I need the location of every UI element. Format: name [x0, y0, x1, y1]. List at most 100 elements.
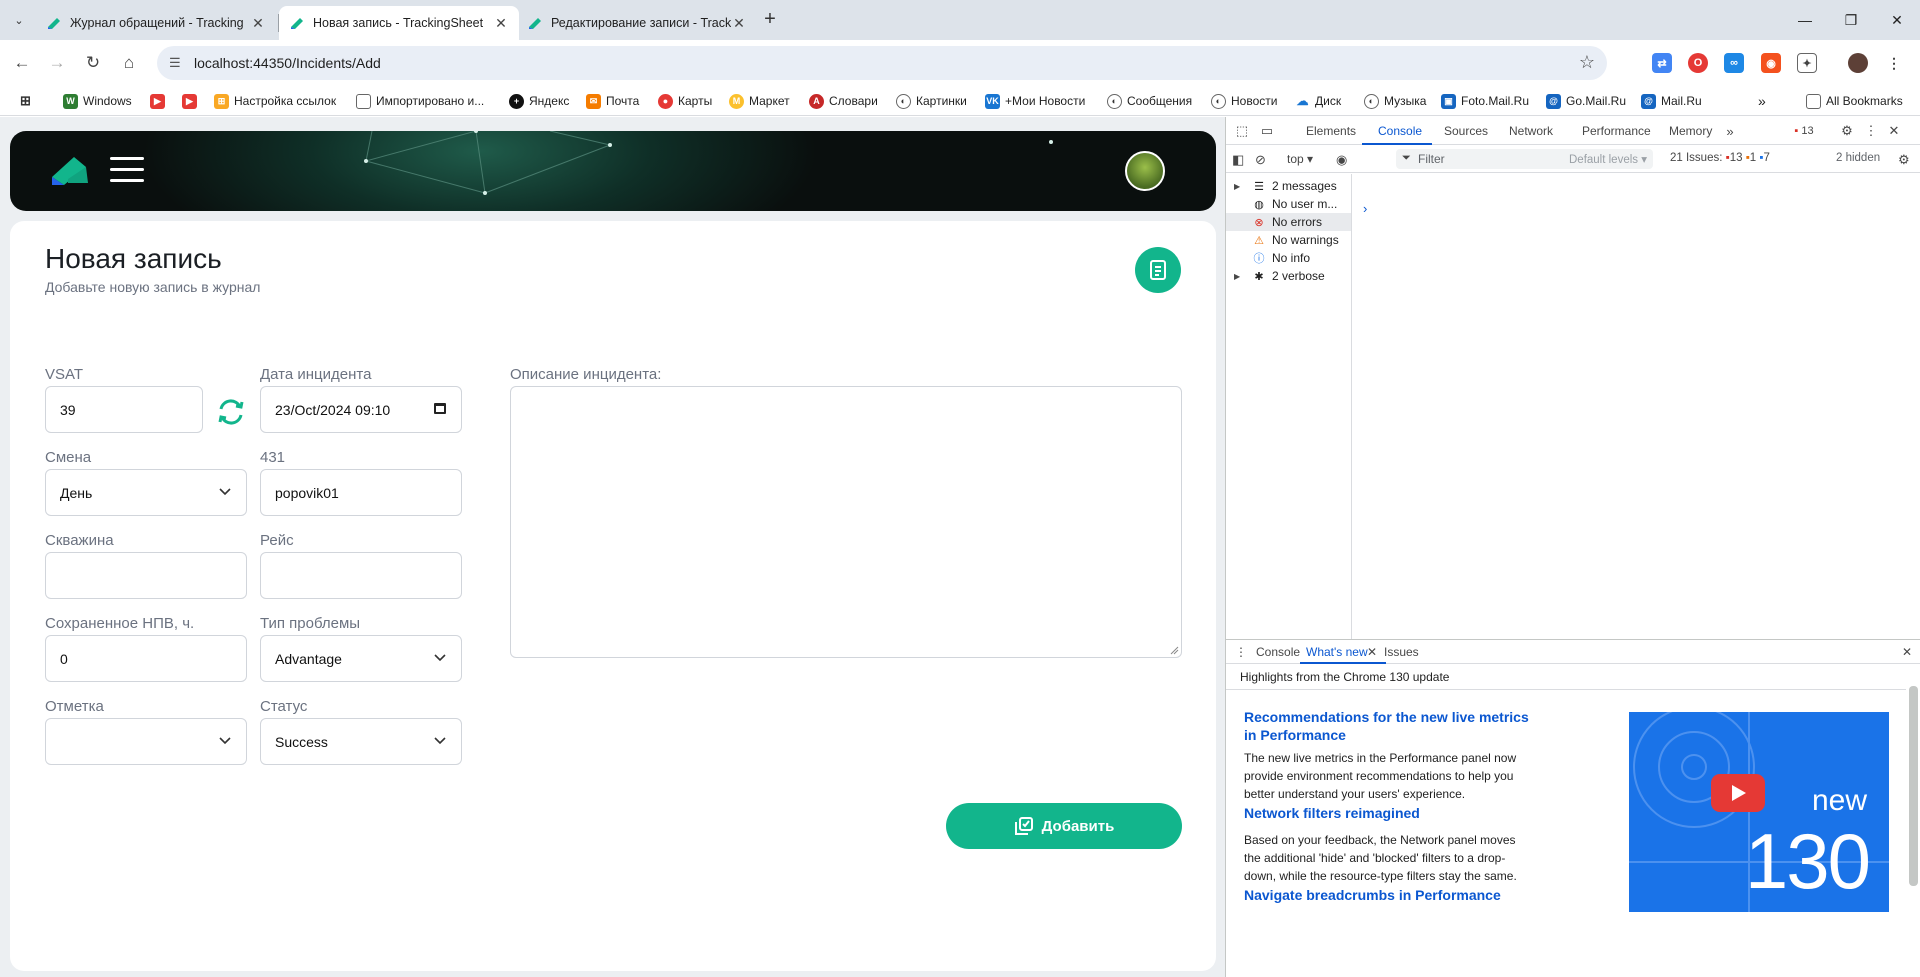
journal-button[interactable]	[1135, 247, 1181, 293]
drawer-scrollbar-thumb[interactable]	[1909, 686, 1918, 886]
vpn-extension-icon[interactable]: ∞	[1724, 53, 1744, 73]
calendar-icon[interactable]	[433, 401, 447, 415]
device-toolbar-icon[interactable]: ▭	[1259, 123, 1275, 139]
console-prompt-icon[interactable]: ›	[1363, 201, 1367, 216]
browser-menu-icon[interactable]: ⋮	[1884, 53, 1904, 73]
site-info-icon[interactable]: ☰	[169, 55, 181, 71]
vsat-input[interactable]: 39	[45, 386, 203, 433]
tab-performance[interactable]: Performance	[1582, 124, 1651, 138]
browser-tab[interactable]: Журнал обращений - Tracking ✕	[36, 6, 276, 40]
bookmark-windows[interactable]: W Windows	[63, 92, 132, 110]
bookmark-market[interactable]: M Маркет	[729, 92, 790, 110]
description-textarea[interactable]	[510, 386, 1182, 658]
close-drawer-icon[interactable]: ✕	[1902, 645, 1912, 659]
clear-console-icon[interactable]: ⊘	[1255, 152, 1266, 168]
close-tab-icon[interactable]: ✕	[250, 15, 266, 32]
sidebar-errors[interactable]: ⊗ No errors	[1226, 213, 1351, 231]
bookmark-moi-novosti[interactable]: VK +Мои Новости	[985, 92, 1085, 110]
minimize-window-icon[interactable]: —	[1782, 0, 1828, 40]
tab-network[interactable]: Network	[1509, 124, 1553, 138]
profile-avatar-icon[interactable]	[1848, 53, 1868, 73]
close-tab-icon[interactable]: ✕	[493, 15, 509, 32]
incident-date-input[interactable]: 23/Oct/2024 09:10	[260, 386, 462, 433]
bookmark-slovari[interactable]: A Словари	[809, 92, 878, 110]
issues-summary[interactable]: 21 Issues: ▪13 ▪1 ▪7	[1670, 152, 1770, 164]
well-input[interactable]	[45, 552, 247, 599]
tab-search-chevron-icon[interactable]: ⌄	[8, 9, 30, 31]
more-tabs-icon[interactable]: »	[1722, 123, 1738, 139]
whats-new-title-link[interactable]: Network filters reimagined	[1244, 804, 1544, 822]
close-whats-new-icon[interactable]: ✕	[1367, 645, 1377, 659]
record-extension-icon[interactable]: ◉	[1761, 53, 1781, 73]
refresh-icon[interactable]	[215, 396, 247, 428]
problem-type-select[interactable]: Advantage	[260, 635, 462, 682]
home-icon[interactable]: ⌂	[116, 50, 142, 76]
more-bookmarks-icon[interactable]: »	[1758, 92, 1766, 110]
youtube-bookmark-icon[interactable]: ▶	[182, 92, 202, 110]
hamburger-menu-icon[interactable]	[110, 157, 144, 183]
bookmark-mail-ru[interactable]: @ Mail.Ru	[1641, 92, 1702, 110]
sidebar-warnings[interactable]: ⚠ No warnings	[1226, 231, 1351, 249]
operator-input[interactable]: popovik01	[260, 469, 462, 516]
chrome-update-video-thumbnail[interactable]: new 130	[1629, 712, 1889, 912]
settings-gear-icon[interactable]: ⚙	[1839, 123, 1855, 139]
tab-memory[interactable]: Memory	[1669, 124, 1712, 138]
apps-grid-icon[interactable]: ⊞	[18, 92, 38, 110]
browser-tab-active[interactable]: Новая запись - TrackingSheet ✕	[279, 6, 519, 40]
bookmark-pochta[interactable]: ✉ Почта	[586, 92, 639, 110]
console-settings-icon[interactable]: ⚙	[1898, 152, 1910, 168]
issues-badge[interactable]: ▪ 13	[1789, 123, 1819, 139]
filter-input[interactable]: ⏷ Filter	[1396, 149, 1581, 169]
translate-extension-icon[interactable]: ⇄	[1652, 53, 1672, 73]
address-bar[interactable]: ☰ localhost:44350/Incidents/Add ☆	[157, 46, 1607, 80]
reload-icon[interactable]: ↻	[80, 50, 106, 76]
sidebar-messages[interactable]: ▶ ☰ 2 messages	[1226, 177, 1351, 195]
drawer-menu-icon[interactable]: ⋮	[1235, 645, 1247, 659]
all-bookmarks[interactable]: All Bookmarks	[1806, 92, 1903, 110]
forward-arrow-icon[interactable]: →	[44, 50, 70, 76]
browser-tab[interactable]: Редактирование записи - Track ✕	[517, 6, 757, 40]
context-select[interactable]: top ▾	[1287, 152, 1313, 166]
eye-icon[interactable]: ◉	[1336, 152, 1347, 168]
close-devtools-icon[interactable]: ✕	[1886, 123, 1902, 139]
npv-input[interactable]: 0	[45, 635, 247, 682]
bookmark-disk[interactable]: ☁ Диск	[1295, 92, 1341, 110]
bookmark-karty[interactable]: ● Карты	[658, 92, 712, 110]
close-window-icon[interactable]: ✕	[1874, 0, 1920, 40]
bookmark-imported[interactable]: Импортировано и...	[356, 92, 484, 110]
flight-input[interactable]	[260, 552, 462, 599]
extensions-puzzle-icon[interactable]: ✦	[1797, 53, 1817, 73]
bookmark-novosti[interactable]: ◐ Новости	[1211, 92, 1277, 110]
bookmark-go-mail[interactable]: @ Go.Mail.Ru	[1546, 92, 1626, 110]
whats-new-title-link[interactable]: Navigate breadcrumbs in Performance	[1244, 886, 1544, 904]
log-levels-dropdown[interactable]: Default levels ▾	[1563, 149, 1653, 169]
mark-select[interactable]	[45, 718, 247, 765]
sidebar-info[interactable]: ⓘ No info	[1226, 249, 1351, 267]
restore-window-icon[interactable]: ❐	[1828, 0, 1874, 40]
resize-grip-icon[interactable]	[1169, 645, 1179, 655]
bookmark-foto-mail[interactable]: ▣ Foto.Mail.Ru	[1441, 92, 1529, 110]
youtube-play-icon[interactable]	[1711, 774, 1765, 812]
bookmark-star-icon[interactable]: ☆	[1579, 52, 1595, 73]
close-tab-icon[interactable]: ✕	[731, 15, 747, 32]
sidebar-toggle-icon[interactable]: ◧	[1232, 152, 1244, 168]
bookmark-yandex[interactable]: + Яндекс	[509, 92, 569, 110]
tab-elements[interactable]: Elements	[1306, 124, 1356, 138]
drawer-tab-issues[interactable]: Issues	[1384, 645, 1419, 659]
tab-console[interactable]: Console	[1378, 124, 1422, 138]
youtube-bookmark-icon[interactable]: ▶	[150, 92, 170, 110]
drawer-tab-whats-new[interactable]: What's new	[1306, 645, 1368, 659]
shift-select[interactable]: День	[45, 469, 247, 516]
sidebar-user-messages[interactable]: ◍ No user m...	[1226, 195, 1351, 213]
sidebar-verbose[interactable]: ▶ ✱ 2 verbose	[1226, 267, 1351, 285]
back-arrow-icon[interactable]: ←	[9, 50, 35, 76]
bookmark-soobscheniya[interactable]: ◐ Сообщения	[1107, 92, 1192, 110]
bookmark-kartinki[interactable]: ◐ Картинки	[896, 92, 967, 110]
bookmark-muzyka[interactable]: ◐ Музыка	[1364, 92, 1426, 110]
devtools-menu-icon[interactable]: ⋮	[1863, 123, 1879, 139]
bookmark-nastroyka[interactable]: ⊞ Настройка ссылок	[214, 92, 336, 110]
drawer-tab-console[interactable]: Console	[1256, 645, 1300, 659]
add-record-button[interactable]: Добавить	[946, 803, 1182, 849]
opera-extension-icon[interactable]: O	[1688, 53, 1708, 73]
tab-sources[interactable]: Sources	[1444, 124, 1488, 138]
